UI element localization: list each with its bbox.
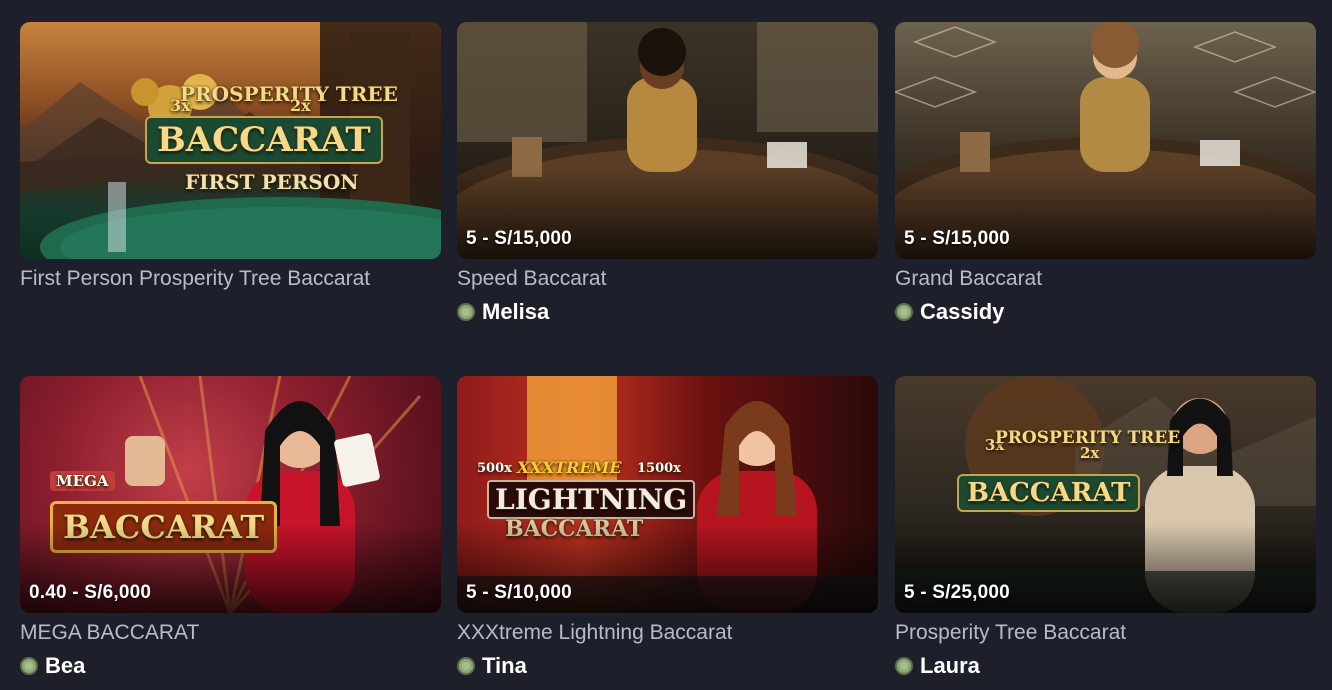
game-title[interactable]: First Person Prosperity Tree Baccarat [20, 266, 441, 292]
logo-multiplier-right: 2x [290, 96, 311, 115]
game-title[interactable]: XXXtreme Lightning Baccarat [457, 620, 878, 646]
game-card[interactable]: 5 - S/15,000 Speed Baccarat Melisa [457, 22, 878, 325]
dealer-name: Tina [482, 653, 527, 678]
game-thumbnail[interactable]: 5 - S/15,000 [457, 22, 878, 259]
game-thumbnail[interactable]: MEGA BACCARAT 0.40 - S/6,000 [20, 376, 441, 613]
game-card[interactable]: 5 - S/15,000 Grand Baccarat Cassidy [895, 22, 1316, 325]
game-title[interactable]: Grand Baccarat [895, 266, 1316, 292]
logo-multiplier-left: 3x [170, 96, 191, 115]
online-status-icon [457, 303, 475, 321]
dealer-name: Bea [45, 653, 86, 678]
game-card[interactable]: MEGA BACCARAT 0.40 - S/6,000 MEGA BACCAR… [20, 376, 441, 679]
game-thumbnail[interactable]: 500x XXXTREME 1500x LIGHTNING BACCARAT 5… [457, 376, 878, 613]
game-title[interactable]: Speed Baccarat [457, 266, 878, 292]
dealer-info: Tina [457, 653, 878, 679]
bet-limits: 0.40 - S/6,000 [29, 582, 152, 603]
game-card[interactable]: 3x PROSPERITY TREE 2x BACCARAT 5 - S/25,… [895, 376, 1316, 679]
game-thumbnail[interactable]: 5 - S/15,000 [895, 22, 1316, 259]
game-title[interactable]: MEGA BACCARAT [20, 620, 441, 646]
logo-text-first-person: FIRST PERSON [185, 170, 359, 194]
logo-text-baccarat: BACCARAT [145, 116, 383, 164]
game-card[interactable]: 500x XXXTREME 1500x LIGHTNING BACCARAT 5… [457, 376, 878, 679]
bet-limits: 5 - S/10,000 [466, 582, 572, 603]
dealer-name: Cassidy [920, 299, 1005, 324]
dealer-name: Laura [920, 653, 980, 678]
bet-limits: 5 - S/25,000 [904, 582, 1010, 603]
logo-badge-mega: MEGA [50, 471, 115, 491]
dealer-info: Laura [895, 653, 1316, 679]
logo-text-baccarat: BACCARAT [957, 474, 1141, 512]
game-title[interactable]: Prosperity Tree Baccarat [895, 620, 1316, 646]
dealer-info: Melisa [457, 299, 878, 325]
logo-multiplier-right: 2x [1080, 444, 1100, 462]
bet-limits: 5 - S/15,000 [466, 228, 572, 249]
logo-text-prosperity: PROSPERITY TREE [180, 82, 398, 106]
bet-limits: 5 - S/15,000 [904, 228, 1010, 249]
dealer-name: Melisa [482, 299, 550, 324]
online-status-icon [457, 657, 475, 675]
logo-multiplier-right: 1500x [637, 461, 681, 476]
logo-multiplier-left: 500x [477, 461, 512, 476]
dealer-info: Bea [20, 653, 441, 679]
game-grid: PROSPERITY TREE 3x 2x BACCARAT FIRST PER… [0, 0, 1332, 690]
game-thumbnail[interactable]: PROSPERITY TREE 3x 2x BACCARAT FIRST PER… [20, 22, 441, 259]
online-status-icon [895, 303, 913, 321]
dealer-info: Cassidy [895, 299, 1316, 325]
game-card[interactable]: PROSPERITY TREE 3x 2x BACCARAT FIRST PER… [20, 22, 441, 292]
online-status-icon [895, 657, 913, 675]
online-status-icon [20, 657, 38, 675]
logo-text-lightning: LIGHTNING [487, 480, 696, 519]
game-thumbnail[interactable]: 3x PROSPERITY TREE 2x BACCARAT 5 - S/25,… [895, 376, 1316, 613]
logo-text-xxxtreme: XXXTREME [517, 458, 622, 477]
